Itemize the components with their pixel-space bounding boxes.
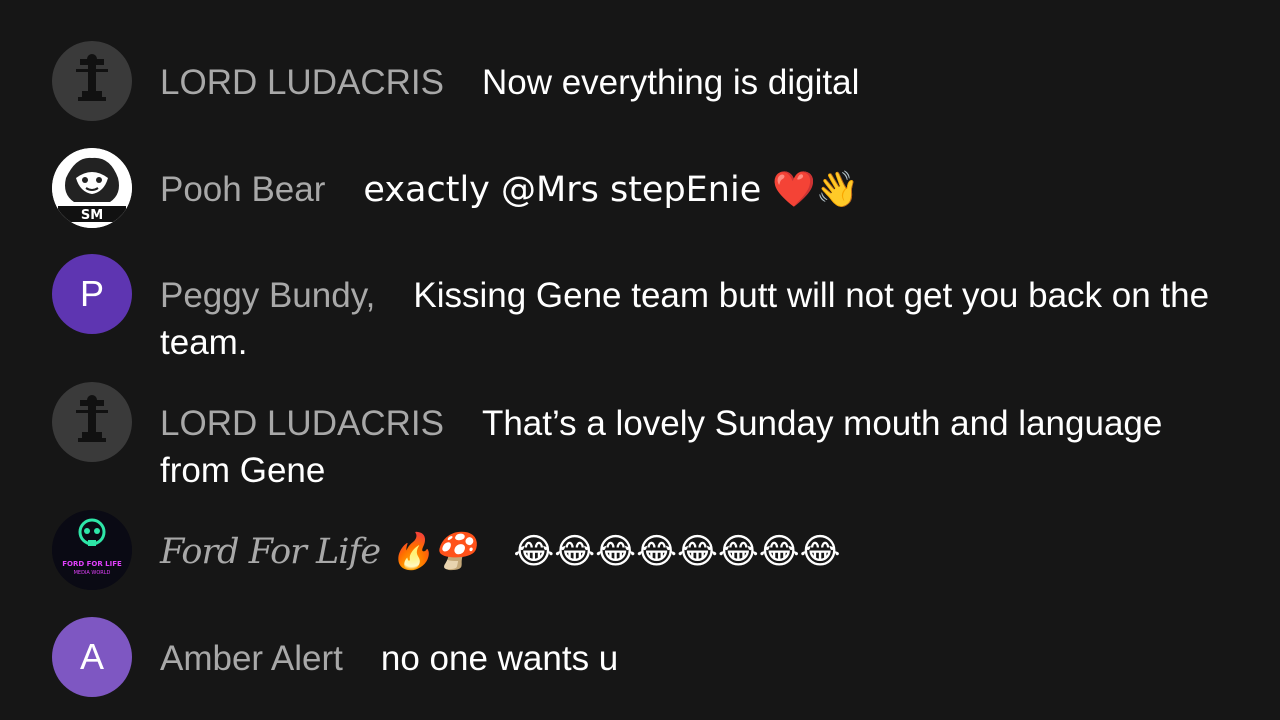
author-name[interactable]: LORD LUDACRIS <box>160 63 444 102</box>
avatar-letter: P <box>79 273 104 314</box>
bulldog-logo-icon: SM <box>52 148 132 228</box>
author-name[interactable]: Ford For Life 🔥🍄 <box>160 532 476 572</box>
message-body: Amber Alert no one wants u <box>160 635 1240 682</box>
avatar-letter: A <box>79 636 104 677</box>
avatar[interactable]: P <box>52 254 132 334</box>
logo-text: FORD FOR LIFE <box>62 560 122 568</box>
message-body: LORD LUDACRIS That’s a lovely Sunday mout… <box>160 400 1240 494</box>
message-body: Pooh Bear exactly @Mrs stepEnie ❤️👋 <box>160 166 1240 214</box>
message-body: Ford For Life 🔥🍄 😂😂😂😂😂😂😂😂 <box>160 528 1240 576</box>
author-name[interactable]: LORD LUDACRIS <box>160 404 444 443</box>
message-text: no one wants u <box>380 639 619 678</box>
avatar[interactable] <box>52 41 132 121</box>
statue-avatar-icon <box>52 382 132 462</box>
logo-text: SM <box>81 208 103 223</box>
avatar[interactable]: SM <box>52 148 132 228</box>
avatar[interactable]: FORD FOR LIFE MEDIA WORLD <box>52 510 132 590</box>
logo-subtext: MEDIA WORLD <box>74 570 111 576</box>
message-text: exactly @Mrs stepEnie ❤️👋 <box>363 170 860 210</box>
partial-message-text: team <box>160 0 238 8</box>
message-text: 😂😂😂😂😂😂😂😂 <box>513 532 841 572</box>
message-body: LORD LUDACRIS Now everything is digital <box>160 59 1240 106</box>
message-text: Now everything is digital <box>481 63 860 102</box>
author-name[interactable]: Peggy Bundy, <box>160 276 375 315</box>
author-name[interactable]: Pooh Bear <box>160 170 325 209</box>
statue-avatar-icon <box>52 41 132 121</box>
message-body: Peggy Bundy, Kissing Gene team butt will … <box>160 272 1240 366</box>
skull-logo-icon: FORD FOR LIFE MEDIA WORLD <box>52 510 132 590</box>
avatar[interactable]: A <box>52 617 132 697</box>
avatar[interactable] <box>52 382 132 462</box>
author-name[interactable]: Amber Alert <box>160 639 343 678</box>
live-chat-feed: team LORD LUDACRIS Now everything is digi… <box>0 0 1280 720</box>
